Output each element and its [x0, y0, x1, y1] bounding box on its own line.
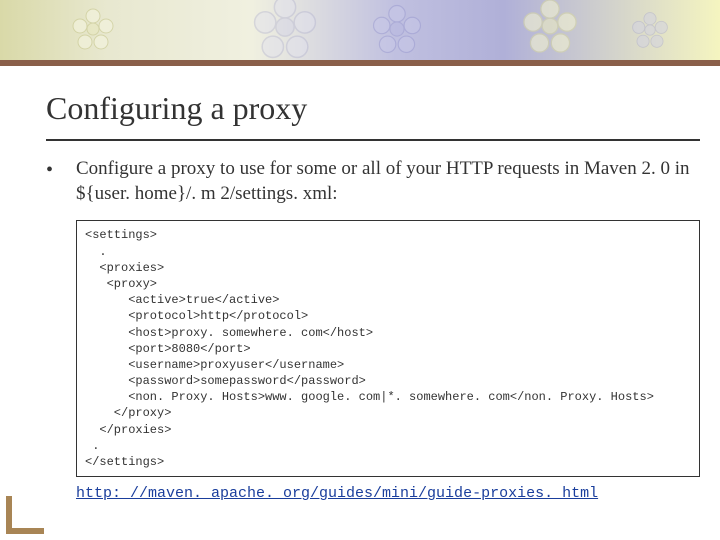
flower-icon — [250, 0, 320, 60]
slide-title: Configuring a proxy — [46, 90, 700, 127]
flower-icon — [70, 6, 116, 52]
slide: Configuring a proxy • Configure a proxy … — [0, 0, 720, 540]
banner-underline — [0, 60, 720, 66]
content-area: Configuring a proxy • Configure a proxy … — [46, 90, 700, 502]
title-rule — [46, 139, 700, 141]
corner-decoration — [6, 496, 44, 534]
reference-link[interactable]: http: //maven. apache. org/guides/mini/g… — [76, 485, 700, 502]
flower-icon — [370, 2, 424, 56]
code-block: <settings> . <proxies> <proxy> <active>t… — [76, 220, 700, 477]
flower-icon — [520, 0, 580, 56]
flower-icon — [630, 10, 670, 50]
bullet-marker: • — [46, 157, 76, 183]
decorative-banner — [0, 0, 720, 60]
bullet-item: • Configure a proxy to use for some or a… — [46, 157, 700, 206]
bullet-text: Configure a proxy to use for some or all… — [76, 157, 700, 206]
